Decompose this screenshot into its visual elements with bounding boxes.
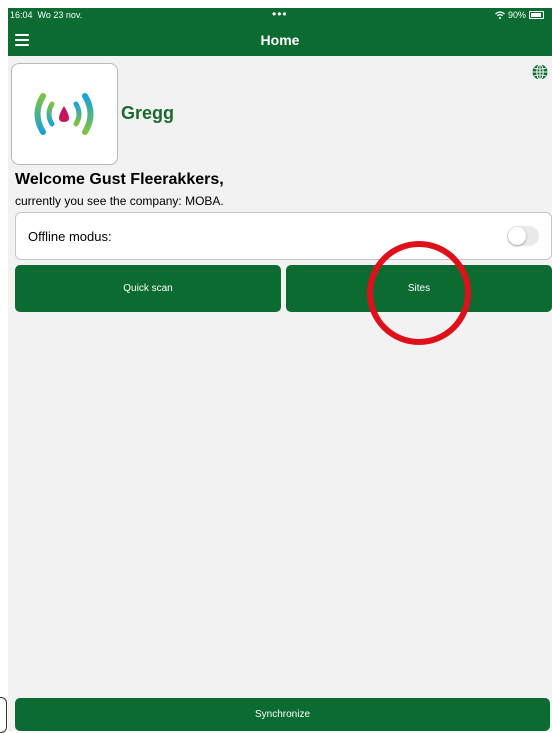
side-handle [0,697,7,733]
app-name: Gregg [121,103,175,123]
battery-icon [529,11,544,19]
app-logo [11,63,118,165]
quick-scan-button[interactable]: Quick scan [15,265,281,312]
page-title: Home [260,32,300,48]
app-screen: 16:04 Wo 23 nov. ••• 90% Home Gregg Welc… [8,8,552,731]
multitask-dots: ••• [272,8,288,21]
company-info: currently you see the company: MOBA. [15,194,224,208]
offline-mode-row: Offline modus: [15,212,552,260]
offline-mode-label: Offline modus: [28,229,112,244]
offline-mode-toggle[interactable] [507,226,539,246]
globe-icon[interactable] [531,63,549,81]
nav-bar: Home [8,25,552,56]
battery-percent: 90% [507,10,526,20]
status-right: 90% [495,10,544,20]
welcome-heading: Welcome Gust Fleerakkers, [15,171,224,188]
synchronize-button[interactable]: Synchronize [15,698,550,731]
status-bar: 16:04 Wo 23 nov. ••• 90% [8,8,552,25]
sites-button[interactable]: Sites [286,265,552,312]
status-time: 16:04 Wo 23 nov. [10,10,83,20]
signal-logo-icon [34,93,94,135]
wifi-icon [495,11,505,19]
